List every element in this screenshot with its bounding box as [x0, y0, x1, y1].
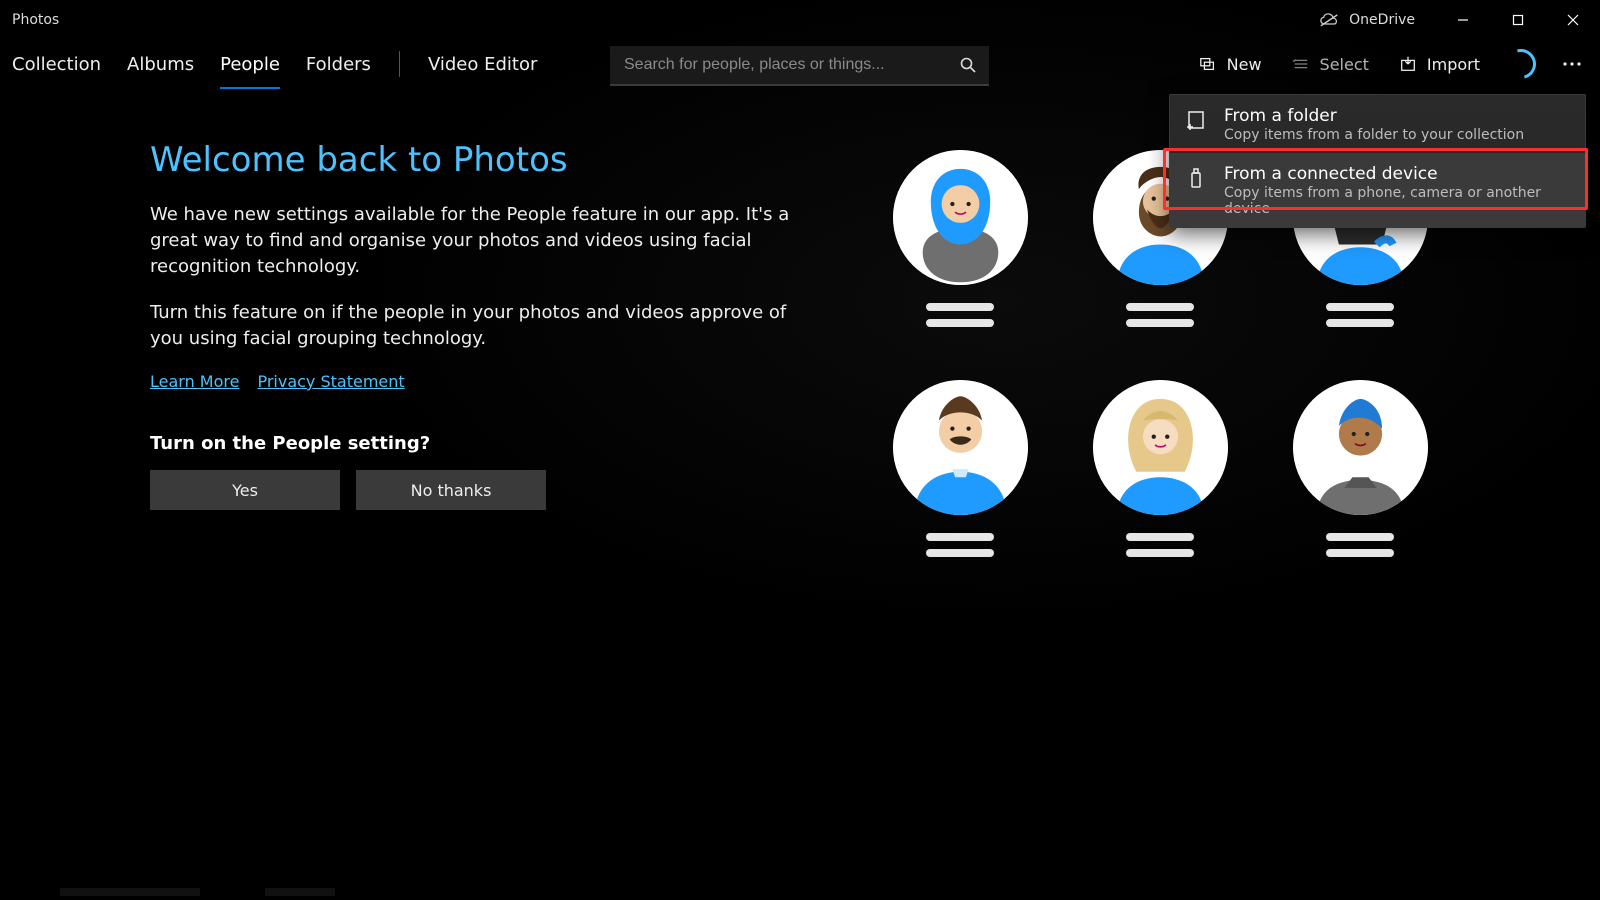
select-button[interactable]: Select [1288, 49, 1373, 80]
tab-video-editor[interactable]: Video Editor [428, 48, 537, 81]
import-from-folder[interactable]: From a folder Copy items from a folder t… [1170, 95, 1585, 153]
learn-more-link[interactable]: Learn More [150, 372, 239, 391]
new-button[interactable]: New [1195, 49, 1266, 80]
avatar-woman-blue-hair [1293, 380, 1428, 515]
folder-add-icon [1184, 109, 1210, 135]
nav-tabs: Collection Albums People Folders Video E… [12, 48, 537, 81]
titlebar: Photos OneDrive [0, 0, 1600, 40]
loading-spinner-icon [1501, 44, 1542, 85]
window-close-button[interactable] [1545, 0, 1600, 40]
ellipsis-icon [1562, 61, 1582, 67]
cloud-off-icon [1319, 13, 1341, 27]
name-placeholder [1126, 303, 1194, 327]
people-welcome-panel: Welcome back to Photos We have new setti… [150, 140, 790, 510]
name-placeholder [926, 303, 994, 327]
avatar-woman-hijab [893, 150, 1028, 285]
prompt-label: Turn on the People setting? [150, 433, 790, 454]
window-controls: OneDrive [1319, 0, 1600, 40]
avatar-cell [860, 380, 1060, 610]
toolbar-actions: New Select Import [1195, 40, 1586, 88]
import-from-device[interactable]: From a connected device Copy items from … [1170, 153, 1585, 227]
select-label: Select [1320, 55, 1369, 74]
usb-device-icon [1184, 167, 1210, 193]
onedrive-label: OneDrive [1349, 12, 1415, 28]
avatar-woman-blonde [1093, 380, 1228, 515]
tab-separator [399, 51, 400, 77]
privacy-link[interactable]: Privacy Statement [257, 372, 404, 391]
menu-item-title: From a connected device [1224, 163, 1571, 185]
no-thanks-button[interactable]: No thanks [356, 470, 546, 510]
toolbar: Collection Albums People Folders Video E… [0, 40, 1600, 88]
menu-item-subtitle: Copy items from a phone, camera or anoth… [1224, 185, 1571, 217]
name-placeholder [1326, 303, 1394, 327]
new-label: New [1227, 55, 1262, 74]
window-maximize-button[interactable] [1490, 0, 1545, 40]
import-button[interactable]: Import [1395, 49, 1484, 80]
onedrive-status[interactable]: OneDrive [1319, 12, 1415, 28]
name-placeholder [926, 533, 994, 557]
headline: Welcome back to Photos [150, 140, 790, 180]
prompt-buttons: Yes No thanks [150, 470, 790, 510]
search-icon[interactable] [959, 56, 977, 74]
select-icon [1292, 55, 1310, 73]
window-minimize-button[interactable] [1435, 0, 1490, 40]
name-placeholder [1126, 533, 1194, 557]
avatar-cell [1060, 380, 1260, 610]
tab-folders[interactable]: Folders [306, 48, 371, 81]
import-icon [1399, 55, 1417, 73]
window-shadow [60, 888, 200, 896]
avatar-cell [1260, 380, 1460, 610]
name-placeholder [1326, 533, 1394, 557]
photos-app: Photos OneDrive Collection Albums Peo [0, 0, 1600, 900]
search-input[interactable] [622, 55, 959, 75]
description-2: Turn this feature on if the people in yo… [150, 300, 790, 352]
more-button[interactable] [1558, 55, 1586, 73]
search-box[interactable] [610, 46, 989, 86]
description-1: We have new settings available for the P… [150, 202, 790, 280]
tab-albums[interactable]: Albums [127, 48, 194, 81]
menu-item-title: From a folder [1224, 105, 1524, 127]
avatar-cell [860, 150, 1060, 380]
app-title: Photos [12, 12, 59, 28]
window-shadow [265, 888, 335, 896]
avatar-man-mustache [893, 380, 1028, 515]
import-menu: From a folder Copy items from a folder t… [1169, 94, 1586, 228]
tab-people[interactable]: People [220, 48, 280, 81]
yes-button[interactable]: Yes [150, 470, 340, 510]
tab-collection[interactable]: Collection [12, 48, 101, 81]
import-label: Import [1427, 55, 1480, 74]
menu-item-subtitle: Copy items from a folder to your collect… [1224, 127, 1524, 143]
new-icon [1199, 55, 1217, 73]
info-links: Learn More Privacy Statement [150, 372, 790, 391]
